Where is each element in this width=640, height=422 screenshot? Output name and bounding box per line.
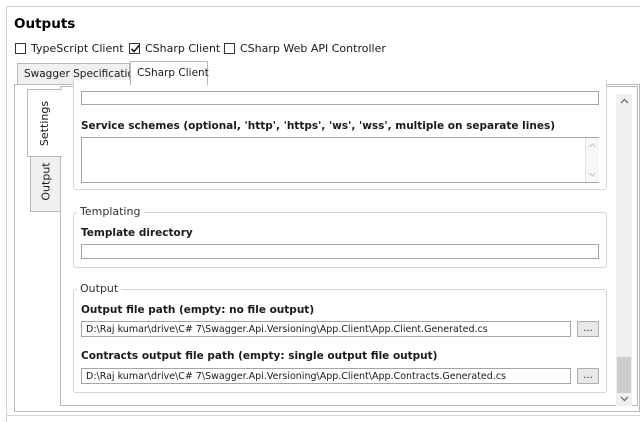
scroll-up-button[interactable] [616, 94, 632, 108]
checkbox-box[interactable] [224, 43, 235, 54]
templating-group-caption: Templating [77, 205, 144, 218]
checkbox-box[interactable] [15, 43, 26, 54]
chevron-up-down-icon [589, 143, 596, 177]
window-border-bottom [6, 415, 640, 416]
side-tab-settings[interactable]: Settings [27, 89, 62, 157]
chevron-up-icon [620, 98, 628, 104]
checkbox-label: CSharp Client [145, 42, 221, 55]
section-title: Outputs [14, 16, 76, 32]
service-schemes-scrollbar[interactable] [585, 138, 599, 182]
output-file-path-label: Output file path (empty: no file output) [81, 304, 315, 316]
side-tab-label: Output [40, 161, 53, 201]
chevron-down-icon [620, 396, 628, 402]
scrollbar-thumb[interactable] [617, 357, 631, 393]
output-file-path-input[interactable]: D:\Raj kumar\drive\C# 7\Swagger.Api.Vers… [81, 321, 571, 337]
side-tab-output[interactable]: Output [30, 150, 62, 212]
checkbox-label: CSharp Web API Controller [240, 42, 386, 55]
scroll-down-button[interactable] [616, 392, 632, 406]
checkmark-icon [130, 44, 141, 53]
checkbox-typescript-client[interactable]: TypeScript Client [15, 41, 124, 56]
side-tab-label: Settings [38, 100, 52, 146]
service-schemes-label: Service schemes (optional, 'http', 'http… [81, 120, 556, 132]
window-border-top [6, 6, 640, 7]
checkbox-box[interactable] [129, 43, 141, 54]
checkbox-label: TypeScript Client [31, 42, 124, 55]
contracts-file-browse-button[interactable]: ... [577, 368, 599, 384]
window-border-left [6, 6, 7, 422]
output-group-caption: Output [77, 282, 122, 295]
tab-csharp-client[interactable]: CSharp Client [130, 61, 209, 85]
checkbox-csharp-client[interactable]: CSharp Client [129, 41, 220, 56]
previous-field-input[interactable] [81, 91, 599, 105]
template-directory-input[interactable] [81, 244, 599, 259]
contracts-file-path-label: Contracts output file path (empty: singl… [81, 350, 438, 362]
templating-group [73, 212, 607, 268]
checkbox-csharp-web-api-controller[interactable]: CSharp Web API Controller [224, 41, 386, 56]
contracts-file-path-input[interactable]: D:\Raj kumar\drive\C# 7\Swagger.Api.Vers… [81, 368, 571, 384]
service-schemes-textarea[interactable] [81, 137, 599, 183]
template-directory-label: Template directory [81, 227, 193, 239]
output-file-browse-button[interactable]: ... [577, 321, 599, 337]
